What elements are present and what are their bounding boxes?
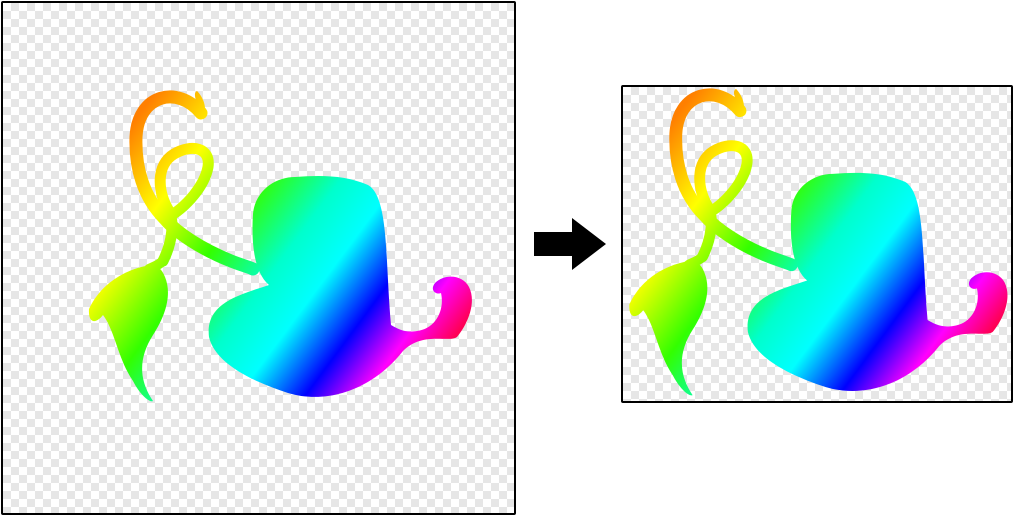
rainbow-artwork — [88, 90, 472, 402]
right-arrow-icon — [534, 218, 606, 270]
rainbow-artwork-trimmed — [629, 88, 1008, 396]
trimmed-canvas — [621, 85, 1013, 403]
original-canvas — [1, 1, 516, 515]
diagram — [0, 0, 1013, 516]
